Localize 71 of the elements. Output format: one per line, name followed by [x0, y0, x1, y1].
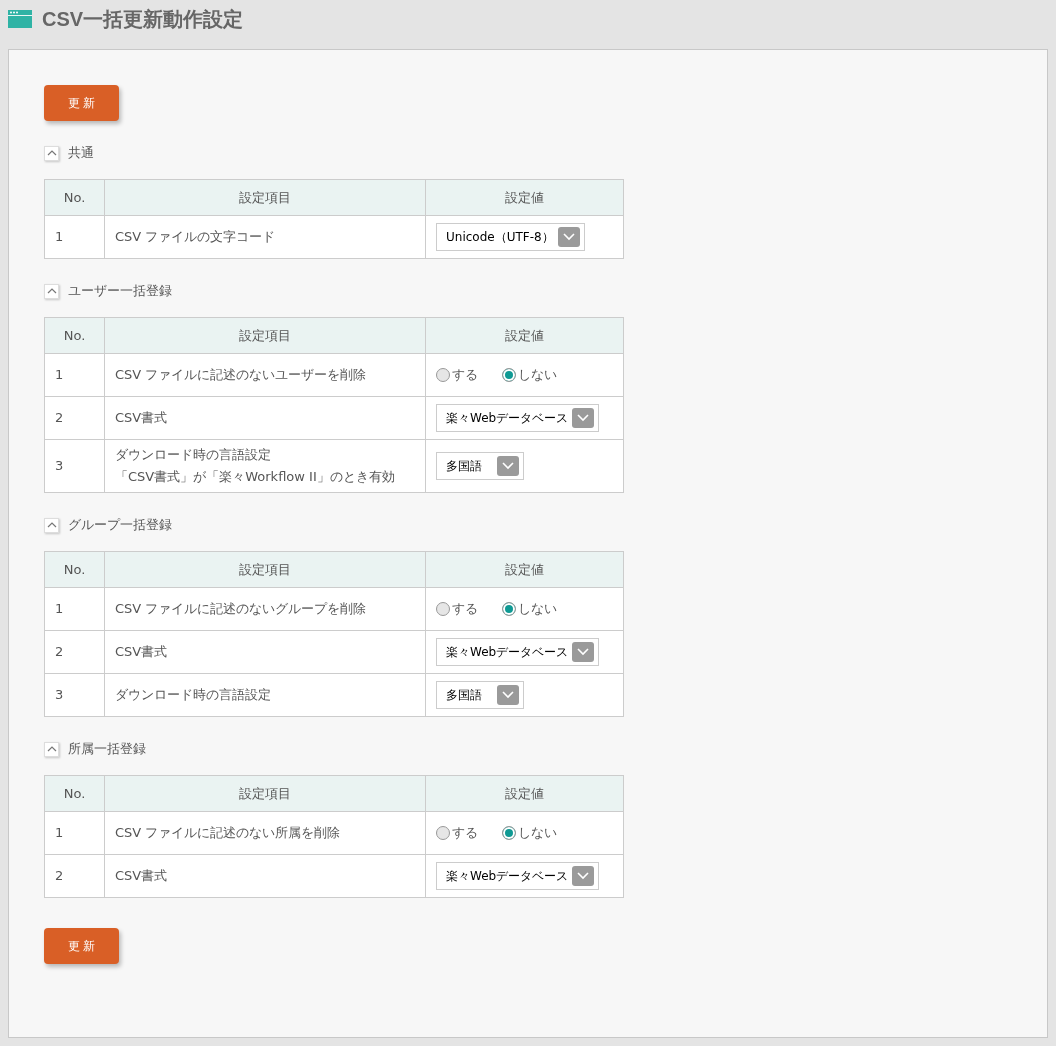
- dropdown[interactable]: 楽々Webデータベース: [436, 404, 600, 432]
- radio-option[interactable]: する: [436, 822, 478, 844]
- setting-label: CSV書式: [115, 409, 169, 427]
- radio-button[interactable]: [502, 826, 516, 840]
- radio-button[interactable]: [436, 368, 450, 382]
- radio-button[interactable]: [502, 368, 516, 382]
- page-title: CSV一括更新動作設定: [42, 6, 244, 32]
- window-icon: [8, 10, 32, 28]
- radio-button[interactable]: [436, 826, 450, 840]
- radio-option[interactable]: しない: [502, 822, 557, 844]
- table-cell: 2: [44, 854, 105, 898]
- setting-label: CSV ファイルに記述のないグループを削除: [115, 600, 368, 618]
- dropdown[interactable]: Unicode（UTF-8）: [436, 223, 585, 251]
- update-button[interactable]: 更 新: [44, 928, 119, 964]
- caret-icon: [557, 227, 580, 247]
- setting-label: CSV書式: [115, 867, 169, 885]
- column-header: No.: [44, 775, 105, 812]
- column-header: No.: [44, 179, 105, 216]
- dropdown[interactable]: 多国語: [436, 452, 524, 480]
- chevron-icon: [46, 287, 57, 295]
- column-header: 設定値: [425, 317, 624, 354]
- radio-option[interactable]: する: [436, 598, 478, 620]
- update-button[interactable]: 更 新: [44, 85, 119, 121]
- caret-icon: [572, 866, 595, 886]
- dropdown[interactable]: 楽々Webデータベース: [436, 638, 600, 666]
- setting-label: ダウンロード時の言語設定: [115, 446, 272, 464]
- section-title: グループ一括登録: [68, 516, 172, 534]
- table-cell: 1: [44, 215, 105, 259]
- setting-label: CSV書式: [115, 643, 169, 661]
- column-header: 設定値: [425, 551, 624, 588]
- setting-label: ダウンロード時の言語設定: [115, 686, 272, 704]
- collapse-toggle[interactable]: [44, 283, 59, 299]
- chevron-icon: [46, 521, 57, 529]
- column-header: No.: [44, 317, 105, 354]
- radio-option[interactable]: しない: [502, 598, 557, 620]
- radio-button[interactable]: [502, 602, 516, 616]
- radio-option[interactable]: しない: [502, 364, 557, 386]
- column-header: 設定値: [425, 775, 624, 812]
- chevron-icon: [46, 149, 57, 157]
- table-cell: 2: [44, 396, 105, 440]
- setting-label: CSV ファイルの文字コード: [115, 228, 277, 246]
- column-header: 設定項目: [104, 317, 426, 354]
- collapse-toggle[interactable]: [44, 145, 59, 161]
- setting-label: CSV ファイルに記述のないユーザーを削除: [115, 366, 368, 384]
- table-cell: 3: [44, 439, 105, 493]
- caret-icon: [497, 456, 519, 476]
- column-header: 設定項目: [104, 179, 426, 216]
- radio-button[interactable]: [436, 602, 450, 616]
- column-header: No.: [44, 551, 105, 588]
- caret-icon: [497, 685, 519, 705]
- table-cell: 1: [44, 811, 105, 855]
- section-title: ユーザー一括登録: [68, 282, 172, 300]
- section-title: 共通: [68, 144, 94, 162]
- dropdown[interactable]: 多国語: [436, 681, 524, 709]
- table-cell: 3: [44, 673, 105, 717]
- collapse-toggle[interactable]: [44, 517, 59, 533]
- column-header: 設定項目: [104, 551, 426, 588]
- section-title: 所属一括登録: [68, 740, 146, 758]
- dropdown[interactable]: 楽々Webデータベース: [436, 862, 600, 890]
- table-cell: 1: [44, 587, 105, 631]
- caret-icon: [572, 642, 595, 662]
- column-header: 設定値: [425, 179, 624, 216]
- collapse-toggle[interactable]: [44, 741, 59, 757]
- table-cell: 2: [44, 630, 105, 674]
- setting-label: CSV ファイルに記述のない所属を削除: [115, 824, 342, 842]
- setting-note: 「CSV書式」が「楽々Workflow II」のとき有効: [115, 468, 396, 486]
- caret-icon: [572, 408, 595, 428]
- chevron-icon: [46, 745, 57, 753]
- radio-option[interactable]: する: [436, 364, 478, 386]
- column-header: 設定項目: [104, 775, 426, 812]
- table-cell: 1: [44, 353, 105, 397]
